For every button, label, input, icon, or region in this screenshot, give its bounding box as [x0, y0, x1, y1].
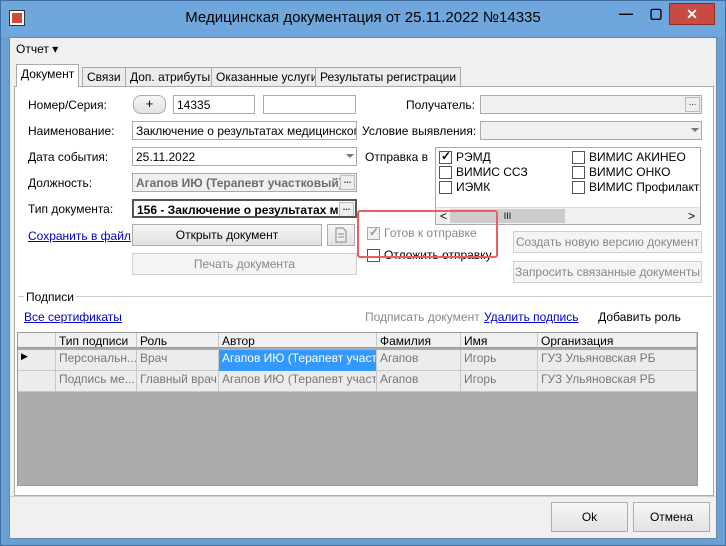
recipient-label: Получатель:	[406, 98, 475, 112]
send-target-label: ВИМИС ССЗ	[456, 165, 528, 179]
recipient-picker-button[interactable]: ...	[685, 97, 700, 112]
add-number-button[interactable]: +	[133, 95, 166, 114]
cell-surname: Агапов	[377, 350, 461, 371]
checkbox-vimis-prevention[interactable]	[572, 181, 585, 194]
checkbox-vimis-ssz[interactable]	[439, 166, 452, 179]
number-field[interactable]: 14335	[173, 95, 255, 114]
sign-document-link[interactable]: Подписать документ	[365, 310, 480, 324]
send-target-label: РЭМД	[456, 150, 491, 164]
cell-name: Игорь	[461, 371, 538, 392]
tab-extra-attributes[interactable]: Доп. атрибуты	[125, 67, 216, 86]
menu-report[interactable]: Отчет ▾	[16, 42, 58, 56]
menu-bar: Отчет ▾	[10, 38, 716, 60]
footer-separator	[10, 496, 716, 497]
doctype-label: Тип документа:	[28, 202, 114, 216]
condition-label: Условие выявления:	[362, 124, 477, 138]
cell-surname: Агапов	[377, 371, 461, 392]
highlight-annotation	[357, 210, 498, 258]
send-target-label: ВИМИС ОНКО	[589, 165, 671, 179]
checkbox-vimis-onko[interactable]	[572, 166, 585, 179]
chevron-down-icon[interactable]	[691, 128, 699, 132]
cell-role: Врач	[137, 350, 219, 371]
column-header[interactable]: Организация	[538, 333, 697, 348]
tab-links[interactable]: Связи	[82, 67, 126, 86]
send-target-label: ВИМИС Профилактик	[589, 180, 701, 194]
maximize-button[interactable]: ▢	[641, 3, 671, 25]
signatures-title: Подписи	[24, 290, 76, 304]
series-field[interactable]	[263, 95, 356, 114]
column-header[interactable]: Тип подписи	[56, 333, 137, 348]
tab-document[interactable]: Документ	[16, 64, 80, 87]
condition-field[interactable]	[480, 121, 702, 140]
checkbox-iemk[interactable]	[439, 181, 452, 194]
dialog-window: Медицинская документация от 25.11.2022 №…	[0, 0, 726, 546]
column-header[interactable]: Имя	[461, 333, 538, 348]
minimize-button[interactable]: —	[611, 3, 641, 25]
cell-role: Главный врач	[137, 371, 219, 392]
position-value: Агапов ИЮ (Терапевт участковый)	[136, 176, 343, 190]
event-date-label: Дата события:	[28, 150, 109, 164]
event-date-value: 25.11.2022	[136, 150, 196, 164]
send-target-label: ВИМИС АКИНЕО	[589, 150, 686, 164]
checkbox-vimis-akineo[interactable]	[572, 151, 585, 164]
open-document-button[interactable]: Открыть документ	[132, 224, 322, 246]
cell-signature-type: Подпись ме...	[56, 371, 137, 392]
close-button[interactable]: ✕	[669, 3, 715, 25]
send-target-label: ИЭМК	[456, 180, 491, 194]
event-date-field[interactable]: 25.11.2022	[132, 147, 357, 166]
print-document-button[interactable]: Печать документа	[132, 253, 357, 275]
position-picker-button[interactable]: ...	[340, 175, 355, 190]
signatures-grid: Тип подписи Роль Автор Фамилия Имя Орган…	[17, 332, 698, 486]
tab-registration-results[interactable]: Результаты регистрации	[315, 67, 462, 86]
name-label: Наименование:	[28, 124, 115, 138]
column-header[interactable]: Автор	[219, 333, 377, 348]
column-header[interactable]: Роль	[137, 333, 219, 348]
send-to-label: Отправка в	[365, 150, 428, 164]
number-label: Номер/Серия:	[28, 98, 107, 112]
all-certificates-link[interactable]: Все сертификаты	[24, 310, 122, 324]
cell-author: Агапов ИЮ (Терапевт участ...	[219, 350, 377, 371]
tab-services[interactable]: Оказанные услуги	[211, 67, 323, 86]
scroll-right-arrow[interactable]: >	[688, 209, 695, 223]
cell-name: Игорь	[461, 350, 538, 371]
delete-signature-link[interactable]: Удалить подпись	[484, 310, 579, 324]
document-icon-button[interactable]	[327, 224, 355, 246]
cancel-button[interactable]: Отмена	[633, 502, 710, 532]
row-marker	[18, 371, 56, 392]
doctype-value: 156 - Заключение о результатах м	[137, 203, 339, 217]
cell-organization: ГУЗ Ульяновская РБ	[538, 371, 697, 392]
name-field[interactable]: Заключение о результатах медицинского о	[132, 121, 357, 140]
request-linked-documents-button[interactable]: Запросить связанные документы	[513, 261, 702, 283]
title-bar[interactable]: Медицинская документация от 25.11.2022 №…	[1, 1, 725, 37]
document-icon	[335, 227, 347, 243]
cell-author: Агапов ИЮ (Терапевт участ...	[219, 371, 377, 392]
chevron-down-icon[interactable]	[346, 154, 354, 158]
column-header[interactable]: Фамилия	[377, 333, 461, 348]
add-role-button[interactable]: Добавить роль	[579, 305, 700, 329]
position-field[interactable]: Агапов ИЮ (Терапевт участковый) ...	[132, 173, 357, 192]
doctype-picker-button[interactable]: ...	[339, 202, 354, 216]
checkbox-remd[interactable]	[439, 149, 452, 164]
cell-organization: ГУЗ Ульяновская РБ	[538, 350, 697, 371]
ok-button[interactable]: Ok	[551, 502, 628, 532]
column-header[interactable]	[18, 333, 56, 348]
doctype-field[interactable]: 156 - Заключение о результатах м ...	[132, 199, 357, 218]
create-new-version-button[interactable]: Создать новую версию документ	[513, 231, 702, 253]
dialog-client-area: Отчет ▾ Документ Связи Доп. атрибуты Ока…	[9, 37, 717, 539]
recipient-field[interactable]: ...	[480, 95, 702, 114]
position-label: Должность:	[28, 176, 93, 190]
cell-signature-type: Персональн...	[56, 350, 137, 371]
row-marker: ▶	[18, 350, 56, 371]
save-to-file-link[interactable]: Сохранить в файл	[28, 229, 131, 243]
